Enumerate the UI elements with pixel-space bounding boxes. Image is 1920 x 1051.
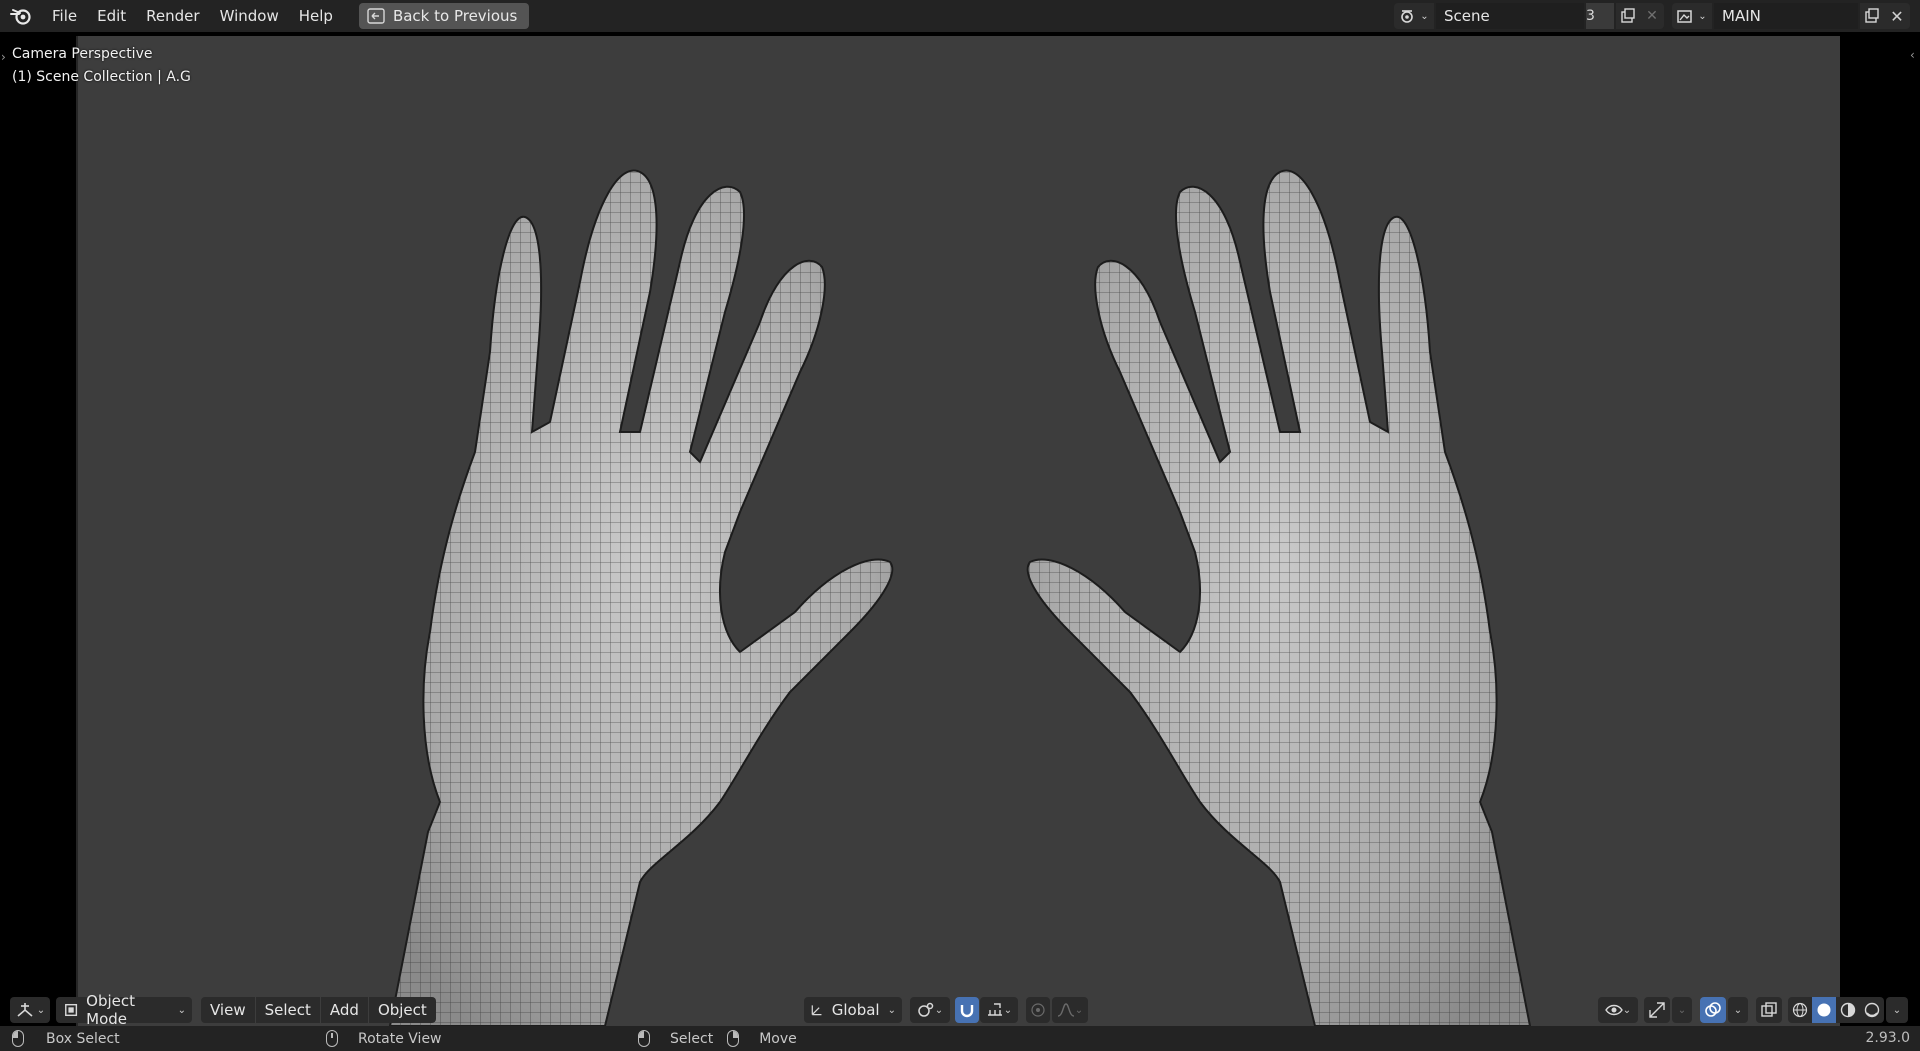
view-layer-browse-button[interactable]: ⌄	[1672, 3, 1712, 29]
orientation-icon	[811, 1005, 822, 1016]
xray-toggle[interactable]	[1756, 997, 1782, 1023]
chevron-down-icon: ⌄	[1420, 10, 1429, 22]
shading-rendered-button[interactable]	[1860, 997, 1884, 1023]
proportional-falloff-dropdown[interactable]: ⌄	[1052, 997, 1088, 1023]
eye-icon	[1604, 1004, 1623, 1016]
snap-toggle[interactable]	[955, 997, 979, 1023]
sidebar-expand-icon[interactable]: ‹	[1910, 48, 1915, 62]
3d-viewport-icon	[17, 1003, 33, 1017]
chevron-down-icon: ⌄	[887, 1004, 896, 1016]
menu-object[interactable]: Object	[368, 997, 436, 1023]
scene-users-count[interactable]: 3	[1586, 3, 1614, 29]
status-box-select: Box Select	[12, 1026, 120, 1051]
transform-orientation-dropdown[interactable]: Global ⌄	[804, 997, 902, 1023]
chevron-down-icon: ⌄	[1733, 1004, 1743, 1016]
overlays-icon	[1705, 1002, 1721, 1017]
material-sphere-icon	[1840, 1002, 1856, 1018]
shading-material-button[interactable]	[1836, 997, 1860, 1023]
hands-mesh	[389, 169, 1531, 1026]
magnet-icon	[960, 1005, 974, 1018]
viewport-collection-label: (1) Scene Collection | A.G	[12, 69, 191, 85]
gizmo-dropdown[interactable]: ⌄	[1672, 997, 1692, 1023]
overlays-dropdown[interactable]: ⌄	[1728, 997, 1748, 1023]
snap-target-dropdown[interactable]: ⌄	[980, 997, 1018, 1023]
snap-increment-icon	[987, 1003, 1002, 1016]
object-mode-icon	[65, 1003, 78, 1017]
shading-wireframe-button[interactable]	[1788, 997, 1812, 1023]
viewport-header: ⌄ Object Mode ⌄ View Select Add Object G…	[0, 992, 1920, 1028]
delete-view-layer-icon[interactable]: ✕	[1884, 3, 1910, 29]
blender-logo-icon[interactable]	[0, 0, 42, 32]
viewport-perspective-label: Camera Perspective	[12, 46, 153, 62]
overlays-toggle[interactable]	[1700, 997, 1726, 1023]
menu-file[interactable]: File	[42, 0, 87, 32]
falloff-curve-icon	[1057, 1003, 1074, 1017]
pivot-icon	[918, 1002, 934, 1017]
xray-icon	[1761, 1002, 1777, 1017]
toolbar-expand-icon[interactable]: ›	[1, 50, 6, 64]
chevron-down-icon: ⌄	[36, 1004, 46, 1016]
menu-edit[interactable]: Edit	[87, 0, 136, 32]
gizmo-icon	[1649, 1002, 1665, 1018]
menu-select[interactable]: Select	[255, 997, 320, 1023]
chevron-down-icon: ⌄	[1003, 1004, 1013, 1016]
shading-solid-button[interactable]	[1812, 997, 1836, 1023]
status-rotate-view: Rotate View	[326, 1026, 442, 1051]
chevron-down-icon: ⌄	[1677, 1004, 1687, 1016]
scene-browse-button[interactable]: ⌄	[1394, 3, 1434, 29]
status-move-label: Move	[759, 1030, 797, 1047]
new-scene-icon[interactable]	[1616, 3, 1640, 29]
wireframe-sphere-icon	[1792, 1002, 1808, 1018]
chevron-down-icon: ⌄	[1698, 10, 1707, 22]
chevron-down-icon: ⌄	[177, 1004, 186, 1016]
new-view-layer-icon[interactable]	[1860, 3, 1884, 29]
status-rotate-view-label: Rotate View	[358, 1030, 442, 1047]
status-box-select-label: Box Select	[46, 1030, 120, 1047]
back-to-previous-button[interactable]: Back to Previous	[358, 3, 530, 29]
mouse-right-icon	[727, 1030, 740, 1047]
scene-icon	[1401, 10, 1414, 23]
shading-options-dropdown[interactable]: ⌄	[1886, 997, 1908, 1023]
menu-window[interactable]: Window	[210, 0, 289, 32]
view-layer-name-field[interactable]: MAIN	[1714, 3, 1858, 29]
back-screen-icon	[367, 8, 385, 24]
mouse-left-icon	[12, 1030, 24, 1047]
menu-view[interactable]: View	[201, 997, 255, 1023]
view-layer-icon	[1677, 10, 1693, 23]
3d-viewport[interactable]: Camera Perspective (1) Scene Collection …	[0, 32, 1920, 1026]
status-select-label: Select	[670, 1030, 714, 1047]
object-visibility-dropdown[interactable]: ⌄	[1598, 997, 1638, 1023]
version-label: 2.93.0	[1865, 1030, 1910, 1046]
chevron-down-icon: ⌄	[934, 1004, 944, 1016]
chevron-down-icon: ⌄	[1892, 1004, 1902, 1016]
menu-help[interactable]: Help	[289, 0, 343, 32]
scene-name-field[interactable]: Scene	[1436, 3, 1584, 29]
menu-add[interactable]: Add	[320, 997, 368, 1023]
editor-type-button[interactable]: ⌄	[10, 997, 50, 1023]
chevron-down-icon: ⌄	[1622, 1004, 1632, 1016]
back-to-previous-label: Back to Previous	[392, 7, 518, 25]
mouse-left-icon	[638, 1030, 650, 1047]
object-mode-label: Object Mode	[86, 992, 135, 1028]
status-select: Select Move	[638, 1026, 797, 1051]
proportional-edit-icon	[1031, 1003, 1045, 1017]
solid-sphere-icon	[1817, 1003, 1831, 1017]
status-bar: Box Select Rotate View Select Move 2.93.…	[0, 1026, 1920, 1051]
rendered-sphere-icon	[1864, 1002, 1880, 1018]
menu-render[interactable]: Render	[136, 0, 209, 32]
mouse-middle-icon	[326, 1030, 338, 1047]
delete-scene-icon[interactable]: ✕	[1640, 3, 1664, 29]
orientation-label: Global	[831, 1001, 880, 1019]
object-mode-dropdown[interactable]: Object Mode ⌄	[56, 992, 192, 1028]
viewport-menus: View Select Add Object	[201, 997, 436, 1023]
proportional-editing-toggle[interactable]	[1026, 997, 1050, 1023]
pivot-point-dropdown[interactable]: ⌄	[910, 997, 950, 1023]
gizmo-toggle[interactable]	[1644, 997, 1670, 1023]
chevron-down-icon: ⌄	[1074, 1004, 1084, 1016]
